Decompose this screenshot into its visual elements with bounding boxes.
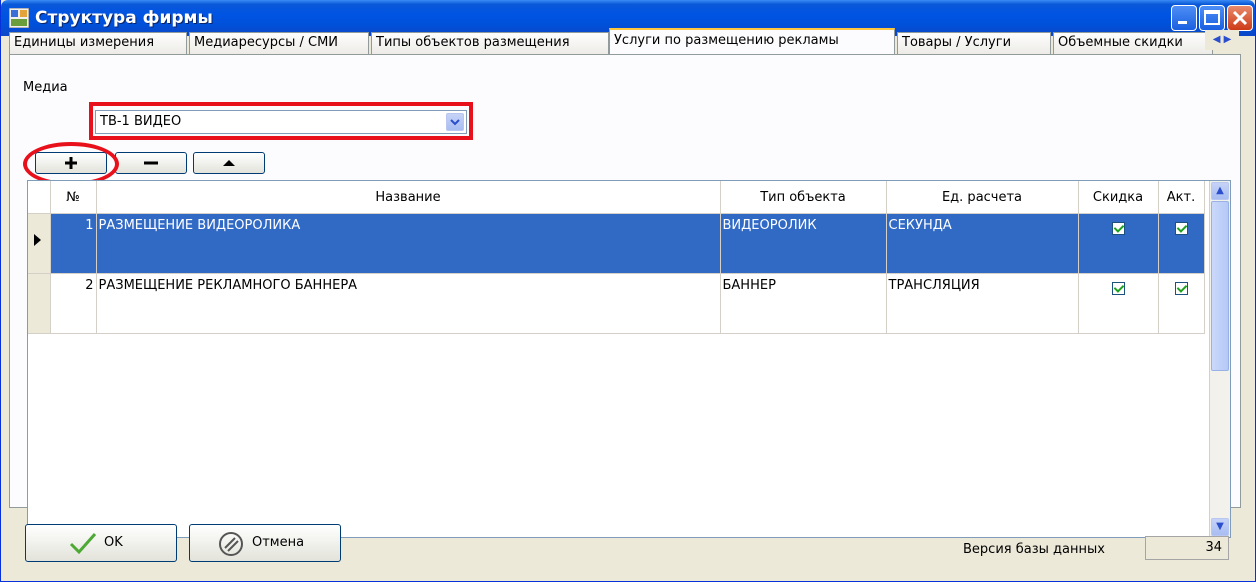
tab-media-resources[interactable]: Медиаресурсы / СМИ [189, 32, 369, 54]
cell-active[interactable] [1158, 213, 1205, 274]
media-select[interactable]: ТВ-1 ВИДЕО [95, 110, 467, 134]
row-selector[interactable] [28, 213, 51, 274]
db-version-value: 34 [1205, 540, 1222, 555]
row-header-corner [28, 181, 51, 214]
cell-number[interactable]: 1 [50, 213, 97, 274]
cell-name[interactable]: РАЗМЕЩЕНИЕ ВИДЕОРОЛИКА [96, 213, 721, 274]
maximize-icon [1204, 10, 1220, 25]
cell-number[interactable]: 2 [50, 273, 97, 334]
active-checkbox[interactable] [1174, 282, 1188, 295]
vertical-scrollbar[interactable]: ▲ ▼ [1209, 181, 1230, 537]
add-row-button[interactable] [35, 152, 107, 174]
services-table: № Название Тип объекта Ед. расчета Скидк… [28, 181, 1205, 334]
db-version-field: 34 [1145, 536, 1229, 560]
chevron-right-icon[interactable]: ▶ [1224, 34, 1232, 45]
tab-goods-services[interactable]: Товары / Услуги [897, 32, 1051, 54]
column-header-name[interactable]: Название [96, 181, 721, 214]
table-row[interactable]: 2 РАЗМЕЩЕНИЕ РЕКЛАМНОГО БАННЕРА БАННЕР Т… [28, 273, 1205, 334]
media-label: Медиа [23, 80, 68, 95]
table-row[interactable]: 1 РАЗМЕЩЕНИЕ ВИДЕОРОЛИКА ВИДЕОРОЛИК СЕКУ… [28, 213, 1205, 274]
scroll-up-button[interactable]: ▲ [1211, 182, 1229, 200]
move-up-button[interactable] [193, 152, 265, 174]
cell-object-type[interactable]: ВИДЕОРОЛИК [720, 213, 887, 274]
chevron-left-icon[interactable]: ◀ [1213, 34, 1221, 45]
cell-unit[interactable]: СЕКУНДА [886, 213, 1079, 274]
grid-header-row: № Название Тип объекта Ед. расчета Скидк… [28, 181, 1205, 214]
cancel-icon [219, 532, 243, 556]
current-row-arrow-icon [34, 234, 41, 246]
column-header-discount[interactable]: Скидка [1078, 181, 1159, 214]
services-grid: № Название Тип объекта Ед. расчета Скидк… [27, 180, 1231, 538]
active-checkbox[interactable] [1174, 222, 1188, 235]
cell-unit[interactable]: ТРАНСЛЯЦИЯ [886, 273, 1079, 334]
tab-strip: Единицы измерения Медиаресурсы / СМИ Тип… [9, 28, 1241, 54]
tab-ad-placement-services[interactable]: Услуги по размещению рекламы [609, 28, 895, 54]
chevron-down-icon [450, 119, 460, 126]
cell-discount[interactable] [1078, 213, 1159, 274]
discount-checkbox[interactable] [1111, 282, 1125, 295]
cell-discount[interactable] [1078, 273, 1159, 334]
column-header-number[interactable]: № [50, 181, 97, 214]
ok-button[interactable]: OK [25, 524, 177, 562]
app-icon [9, 8, 29, 28]
cell-active[interactable] [1158, 273, 1205, 334]
column-header-object-type[interactable]: Тип объекта [720, 181, 887, 214]
minus-icon [144, 161, 158, 165]
close-icon [1232, 10, 1248, 26]
checkmark-icon [69, 533, 97, 555]
ok-button-label: OK [104, 535, 123, 550]
tab-units[interactable]: Единицы измерения [9, 32, 187, 54]
delete-row-button[interactable] [115, 152, 187, 174]
cancel-button-label: Отмена [252, 535, 305, 550]
tab-placement-object-types[interactable]: Типы объектов размещения [371, 32, 609, 54]
row-selector[interactable] [28, 273, 51, 334]
cell-object-type[interactable]: БАННЕР [720, 273, 887, 334]
media-select-value: ТВ-1 ВИДЕО [100, 114, 182, 129]
db-version-label: Версия базы данных [963, 542, 1105, 557]
minimize-icon [1178, 21, 1187, 24]
plus-icon [65, 157, 77, 169]
dropdown-button[interactable] [446, 113, 464, 131]
window-title: Структура фирмы [35, 8, 213, 28]
cell-name[interactable]: РАЗМЕЩЕНИЕ РЕКЛАМНОГО БАННЕРА [96, 273, 721, 334]
discount-checkbox[interactable] [1111, 222, 1125, 235]
arrow-up-icon [223, 160, 235, 166]
column-header-unit[interactable]: Ед. расчета [886, 181, 1079, 214]
window: Структура фирмы Единицы измерения Медиар… [0, 0, 1256, 582]
scroll-down-button[interactable]: ▼ [1211, 518, 1229, 536]
tab-volume-discounts[interactable]: Объемные скидки [1053, 32, 1213, 54]
scroll-thumb[interactable] [1211, 201, 1229, 371]
tab-scroll-arrows[interactable]: ◀ ▶ [1205, 30, 1239, 50]
column-header-active[interactable]: Акт. [1158, 181, 1205, 214]
cancel-button[interactable]: Отмена [189, 524, 341, 562]
